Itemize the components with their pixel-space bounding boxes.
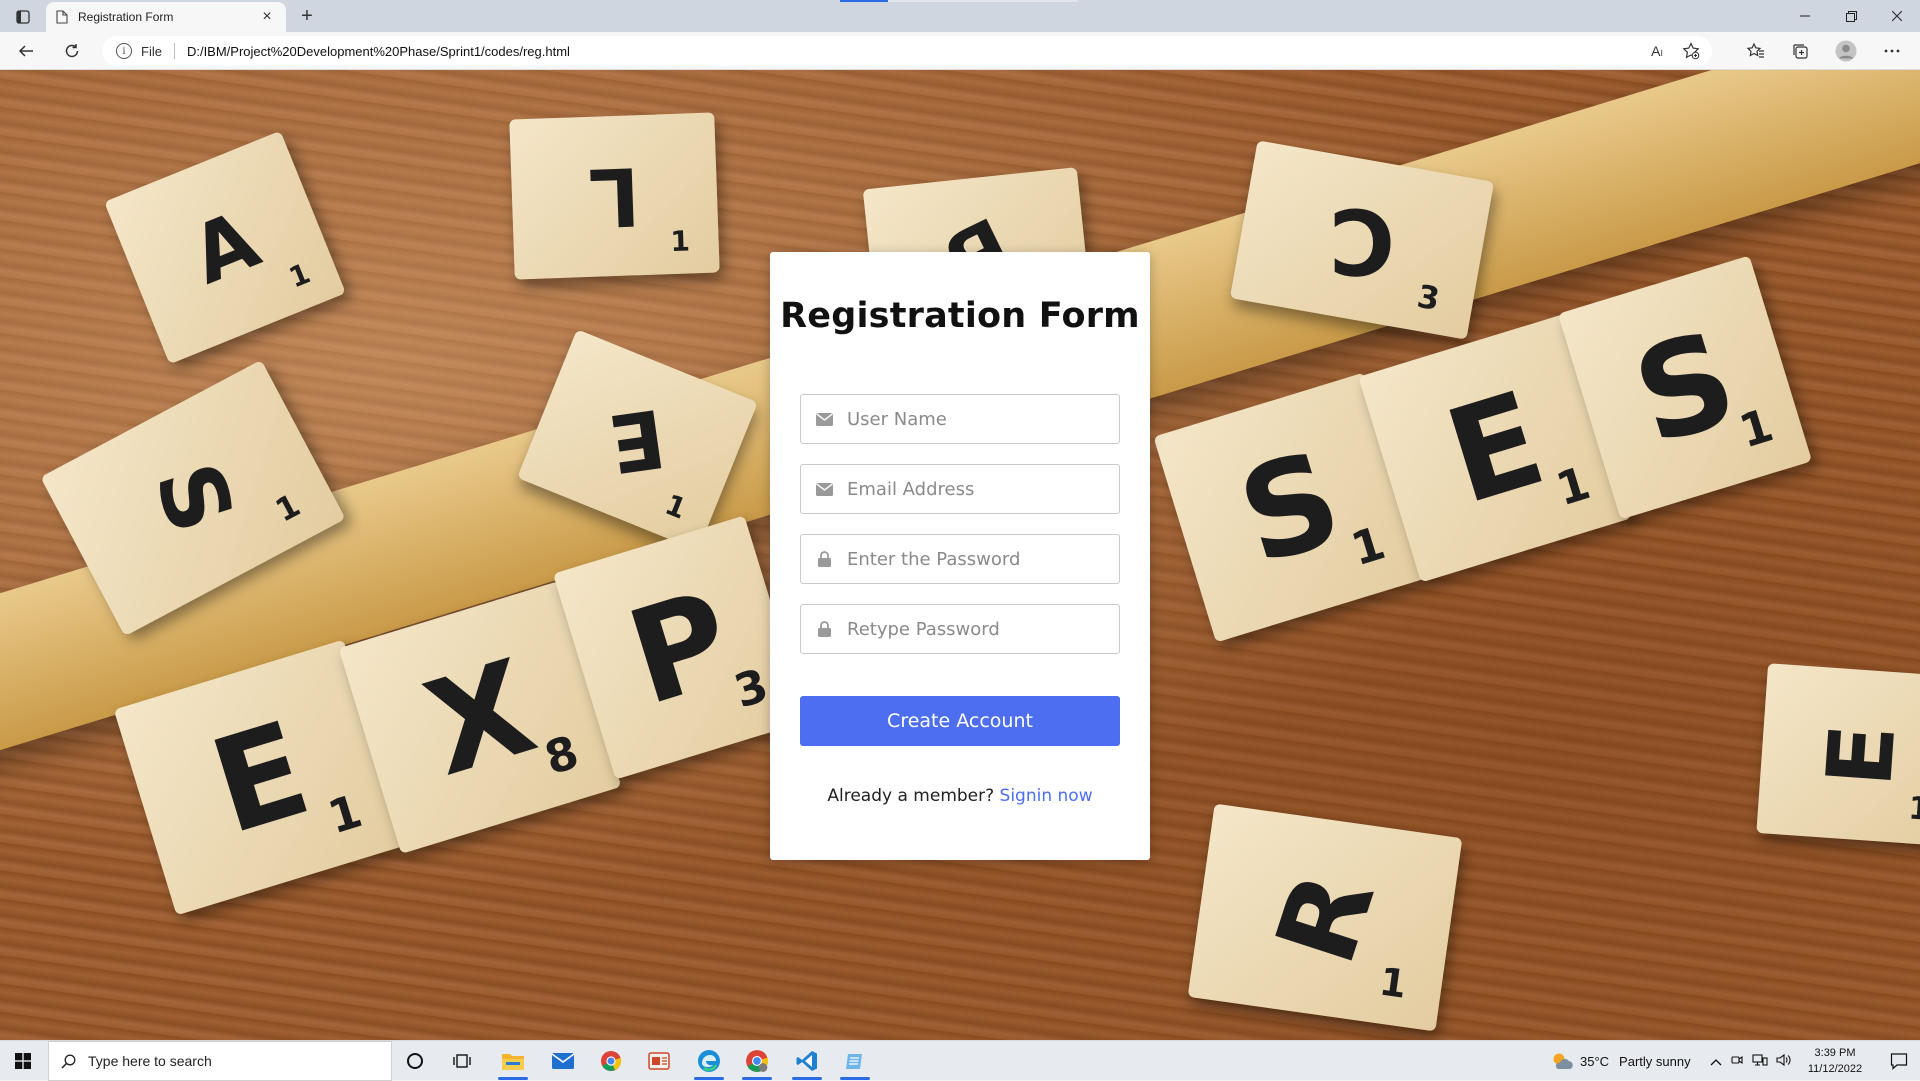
registration-form: Registration Form Create Accoun	[770, 252, 1150, 860]
lock-icon	[815, 621, 833, 637]
tab-actions-button[interactable]	[10, 6, 36, 28]
clock-time: 3:39 PM	[1814, 1047, 1856, 1059]
network-icon[interactable]	[1752, 1053, 1768, 1070]
settings-menu-button[interactable]	[1876, 36, 1908, 66]
taskbar-search[interactable]: Type here to search	[48, 1041, 392, 1081]
task-view-button[interactable]	[440, 1041, 486, 1081]
loading-track	[888, 0, 1078, 2]
restore-icon	[1845, 10, 1857, 22]
favorites-button[interactable]	[1740, 36, 1772, 66]
username-field[interactable]	[800, 394, 1120, 444]
add-favorite-icon[interactable]	[1678, 39, 1704, 63]
lock-icon	[815, 551, 833, 567]
tab-title: Registration Form	[78, 10, 174, 24]
more-icon	[1884, 49, 1900, 53]
notifications-button[interactable]	[1884, 1049, 1914, 1073]
background-tile: A1	[104, 130, 346, 365]
refresh-button[interactable]	[56, 36, 88, 66]
task-view-icon	[453, 1054, 471, 1068]
tab-registration-form[interactable]: Registration Form ×	[46, 2, 286, 32]
minimize-icon	[1800, 15, 1810, 17]
clock-date: 11/12/2022	[1807, 1063, 1863, 1075]
password-field[interactable]	[800, 534, 1120, 584]
vscode-icon	[796, 1051, 817, 1071]
retype-password-field[interactable]	[800, 604, 1120, 654]
page-viewport: A1 L1 B3 C3 E1 S1 E1 X8 P3 S1 E1 S1 R1 E…	[0, 70, 1920, 1040]
chrome-taskbar[interactable]	[588, 1041, 634, 1081]
loading-indicator	[840, 0, 888, 2]
search-icon	[61, 1054, 76, 1069]
refresh-icon	[65, 44, 79, 58]
email-field[interactable]	[800, 464, 1120, 514]
browser-toolbar: i File D:/IBM/Project%20Development%20Ph…	[0, 32, 1920, 70]
notepad-taskbar[interactable]	[832, 1041, 878, 1081]
page-icon	[56, 10, 68, 24]
create-account-button[interactable]: Create Account	[800, 696, 1120, 746]
close-icon	[1892, 11, 1902, 21]
meet-now-icon[interactable]	[1730, 1053, 1744, 1070]
mail-taskbar[interactable]	[540, 1041, 586, 1081]
tab-actions-icon	[16, 10, 30, 24]
notification-icon	[1890, 1053, 1908, 1070]
form-title: Registration Form	[780, 296, 1140, 336]
profile-button[interactable]	[1830, 36, 1862, 66]
profile-avatar-icon	[1835, 40, 1857, 62]
password-input[interactable]	[847, 548, 1117, 570]
cortana-icon	[407, 1053, 423, 1069]
retype-password-input[interactable]	[847, 618, 1117, 640]
edge-taskbar[interactable]	[686, 1041, 732, 1081]
signin-prompt: Already a member? Signin now	[770, 786, 1150, 806]
background-tile: E1	[1756, 663, 1920, 847]
envelope-icon	[815, 481, 833, 497]
username-input[interactable]	[847, 408, 1117, 430]
collections-icon	[1793, 44, 1808, 59]
minimize-button[interactable]	[1782, 0, 1828, 32]
read-aloud-icon[interactable]: Aₗ	[1644, 39, 1670, 63]
chrome-icon	[746, 1050, 769, 1072]
address-separator	[173, 43, 175, 59]
restore-button[interactable]	[1828, 0, 1874, 32]
folder-icon	[502, 1054, 524, 1070]
email-input[interactable]	[847, 478, 1117, 500]
chrome-profile-taskbar[interactable]	[734, 1041, 780, 1081]
mail-icon	[551, 1053, 575, 1069]
collections-button[interactable]	[1784, 36, 1816, 66]
close-window-button[interactable]	[1874, 0, 1920, 32]
weather-temperature: 35°C	[1580, 1053, 1610, 1069]
background-tile: L1	[509, 112, 720, 280]
close-tab-icon[interactable]: ×	[258, 8, 276, 26]
weather-widget[interactable]: 35°C Partly sunny	[1550, 1041, 1691, 1081]
chevron-up-icon[interactable]	[1710, 1054, 1722, 1069]
chrome-icon	[601, 1051, 622, 1071]
new-tab-button[interactable]: +	[294, 4, 320, 28]
signin-link[interactable]: Signin now	[1000, 786, 1093, 806]
cortana-button[interactable]	[392, 1041, 438, 1081]
start-button[interactable]	[0, 1041, 46, 1081]
browser-titlebar: Registration Form × +	[0, 0, 1920, 32]
envelope-icon	[815, 411, 833, 427]
edge-icon	[698, 1050, 720, 1072]
file-explorer-taskbar[interactable]	[490, 1041, 536, 1081]
back-arrow-icon	[18, 45, 33, 57]
taskbar-clock[interactable]: 3:39 PM 11/12/2022	[1800, 1045, 1870, 1077]
info-icon[interactable]: i	[116, 43, 132, 59]
notepad-icon	[846, 1054, 862, 1069]
windows-taskbar: Type here to search 35°C Partly sunny 3:…	[0, 1040, 1920, 1081]
address-bar[interactable]: i File D:/IBM/Project%20Development%20Ph…	[102, 36, 1712, 66]
search-placeholder: Type here to search	[88, 1053, 212, 1069]
volume-icon[interactable]	[1776, 1053, 1792, 1070]
favorites-icon	[1747, 42, 1764, 58]
background-tile: R1	[1187, 803, 1463, 1032]
member-text: Already a member?	[827, 786, 995, 806]
office-app-icon	[648, 1052, 670, 1070]
system-tray	[1710, 1041, 1792, 1081]
partly-sunny-icon	[1553, 1053, 1573, 1069]
scheme-label: File	[141, 43, 162, 59]
vscode-taskbar[interactable]	[784, 1041, 830, 1081]
office-app-taskbar[interactable]	[636, 1041, 682, 1081]
back-button[interactable]	[10, 36, 42, 66]
windows-logo-icon	[15, 1053, 31, 1069]
url-text[interactable]: D:/IBM/Project%20Development%20Phase/Spr…	[187, 44, 570, 59]
weather-condition: Partly sunny	[1619, 1053, 1691, 1069]
